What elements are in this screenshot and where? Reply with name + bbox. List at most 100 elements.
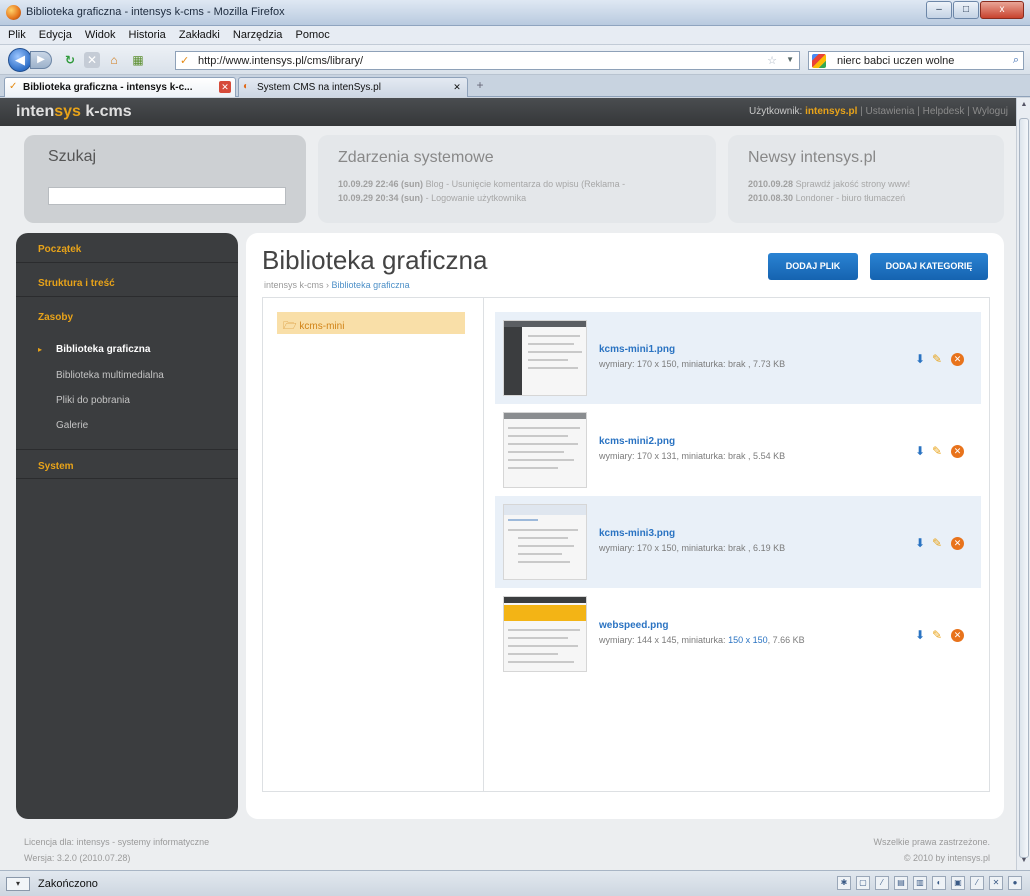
version-value: 3.2.0 (2010.07.28) [56,853,131,863]
sidebar-item-poczatek[interactable]: Początek [16,233,238,263]
download-icon[interactable]: ⬇ [915,536,925,550]
edit-icon[interactable]: ✎ [932,444,942,458]
file-meta: wymiary: 170 x 150, miniaturka: brak , 7… [599,359,786,369]
file-row[interactable]: kcms-mini1.png wymiary: 170 x 150, minia… [495,312,981,404]
sidebar-item-biblioteka-multimedialna[interactable]: Biblioteka multimedialna [56,370,164,381]
delete-icon[interactable]: ✕ [951,353,964,366]
tab-system-cms[interactable]: ◐ System CMS na intenSys.pl ✕ [238,77,468,97]
addon-icon[interactable]: ● [1008,876,1022,890]
tab-biblioteka[interactable]: ✓ Biblioteka graficzna - intensys k-c...… [4,77,236,97]
menu-view[interactable]: Widok [85,26,116,45]
file-row[interactable]: kcms-mini3.png wymiary: 170 x 150, minia… [495,496,981,588]
file-name-link[interactable]: kcms-mini1.png [599,344,675,355]
sidebar-item-galerie[interactable]: Galerie [56,420,88,431]
addon-icon[interactable]: ⁄ [875,876,889,890]
close-button[interactable]: x [980,1,1024,19]
search-engine-icon[interactable] [812,54,826,68]
news-item[interactable]: 2010.08.30 Londoner - biuro tłumaczeń [748,193,905,203]
search-icon[interactable]: ⌕ [1013,54,1019,67]
sidebar-item-pliki[interactable]: Pliki do pobrania [56,395,130,406]
menu-history[interactable]: Historia [129,26,166,45]
menu-help[interactable]: Pomoc [296,26,330,45]
file-name-link[interactable]: webspeed.png [599,620,668,631]
delete-icon[interactable]: ✕ [951,445,964,458]
bookmark-star-icon[interactable]: ☆ [767,54,777,67]
edit-icon[interactable]: ✎ [932,352,942,366]
tab-label: Biblioteka graficzna - intensys k-c... [23,82,193,93]
file-row[interactable]: webspeed.png wymiary: 144 x 145, miniatu… [495,588,981,680]
active-arrow-icon: ▸ [38,345,43,354]
edit-icon[interactable]: ✎ [932,628,942,642]
reload-icon[interactable]: ↻ [62,52,78,68]
tab-close-icon[interactable]: ✕ [219,81,231,93]
file-thumbnail[interactable] [503,596,587,672]
logo[interactable]: intensys k-cms [16,103,132,121]
file-thumbnail[interactable] [503,504,587,580]
home-icon[interactable]: ⌂ [106,52,122,68]
helpdesk-link[interactable]: Helpdesk [923,106,965,117]
menu-file[interactable]: Plik [8,26,26,45]
delete-icon[interactable]: ✕ [951,537,964,550]
copyright-text[interactable]: © 2010 by intensys.pl [873,850,990,866]
tab-favicon: ◐ [243,81,250,92]
sidebar-item-zasoby[interactable]: Zasoby [16,301,238,331]
download-icon[interactable]: ⬇ [915,352,925,366]
edit-icon[interactable]: ✎ [932,536,942,550]
add-file-button[interactable]: DODAJ PLIK [768,253,858,280]
license-value[interactable]: intensys - systemy informatyczne [77,837,210,847]
download-icon[interactable]: ⬇ [915,628,925,642]
addon-icon[interactable]: ▢ [856,876,870,890]
stop-icon[interactable]: ✕ [84,52,100,68]
menu-tools[interactable]: Narzędzia [233,26,283,45]
add-category-button[interactable]: DODAJ KATEGORIĘ [870,253,988,280]
breadcrumb-root[interactable]: intensys k-cms [264,280,324,290]
sidebar-item-system[interactable]: System [16,449,238,479]
url-dropdown-icon[interactable]: ▼ [786,55,794,64]
address-bar[interactable]: ✓ http://www.intensys.pl/cms/library/ ☆ … [175,51,800,70]
addons-icon[interactable]: ▦ [130,52,146,68]
menu-bookmarks[interactable]: Zakładki [179,26,220,45]
new-tab-button[interactable]: + [470,78,490,96]
window-title: Biblioteka graficzna - intensys k-cms - … [26,6,285,18]
news-item[interactable]: 2010.09.28 Sprawdź jakość strony www! [748,179,910,189]
search-bar[interactable]: nierc babci uczen wolne ⌕ [808,51,1024,70]
event-item[interactable]: 10.09.29 20:34 (sun) - Logowanie użytkow… [338,193,526,203]
addon-icon[interactable]: ✱ [837,876,851,890]
settings-link[interactable]: Ustawienia [866,106,915,117]
addon-icon[interactable]: ▣ [951,876,965,890]
logout-link[interactable]: Wyloguj [973,106,1008,117]
user-name-link[interactable]: intensys.pl [805,106,857,117]
file-row[interactable]: kcms-mini2.png wymiary: 170 x 131, minia… [495,404,981,496]
maximize-button[interactable]: □ [953,1,979,19]
scroll-down-icon[interactable]: ▼ [1019,857,1029,867]
folder-item[interactable]: 🗁 kcms-mini [277,312,465,334]
addon-icon[interactable]: ✕ [989,876,1003,890]
event-item[interactable]: 10.09.29 22:46 (sun) Blog - Usunięcie ko… [338,179,625,189]
addon-icon[interactable]: ▤ [894,876,908,890]
minimize-button[interactable]: – [926,1,952,19]
addon-icon[interactable]: ◐ [932,876,946,890]
addon-icon[interactable]: ⁄ [970,876,984,890]
sidebar-item-biblioteka-graficzna[interactable]: Biblioteka graficzna [56,344,150,355]
thumbnail-size-link[interactable]: 150 x 150 [728,635,768,645]
download-icon[interactable]: ⬇ [915,444,925,458]
scroll-up-icon[interactable]: ▲ [1019,101,1029,111]
events-panel: Zdarzenia systemowe 10.09.29 22:46 (sun)… [318,135,716,223]
file-thumbnail[interactable] [503,412,587,488]
forward-button[interactable]: ▶ [30,51,52,69]
tab-close-icon[interactable]: ✕ [451,81,463,93]
scroll-thumb[interactable] [1019,118,1029,858]
breadcrumb-current[interactable]: Biblioteka graficzna [332,280,410,290]
back-button[interactable]: ◀ [8,48,32,72]
menu-edit[interactable]: Edycja [39,26,72,45]
addon-icon[interactable]: ▥ [913,876,927,890]
delete-icon[interactable]: ✕ [951,629,964,642]
file-thumbnail[interactable] [503,320,587,396]
sidebar-item-struktura[interactable]: Struktura i treść [16,267,238,297]
sidebar: Początek Struktura i treść Zasoby ▸ Bibl… [16,233,238,819]
status-icon[interactable]: ▾ [6,877,30,891]
search-input[interactable] [48,187,286,205]
vertical-scrollbar[interactable]: ▲ ▼ [1016,98,1030,870]
file-name-link[interactable]: kcms-mini3.png [599,528,675,539]
file-name-link[interactable]: kcms-mini2.png [599,436,675,447]
